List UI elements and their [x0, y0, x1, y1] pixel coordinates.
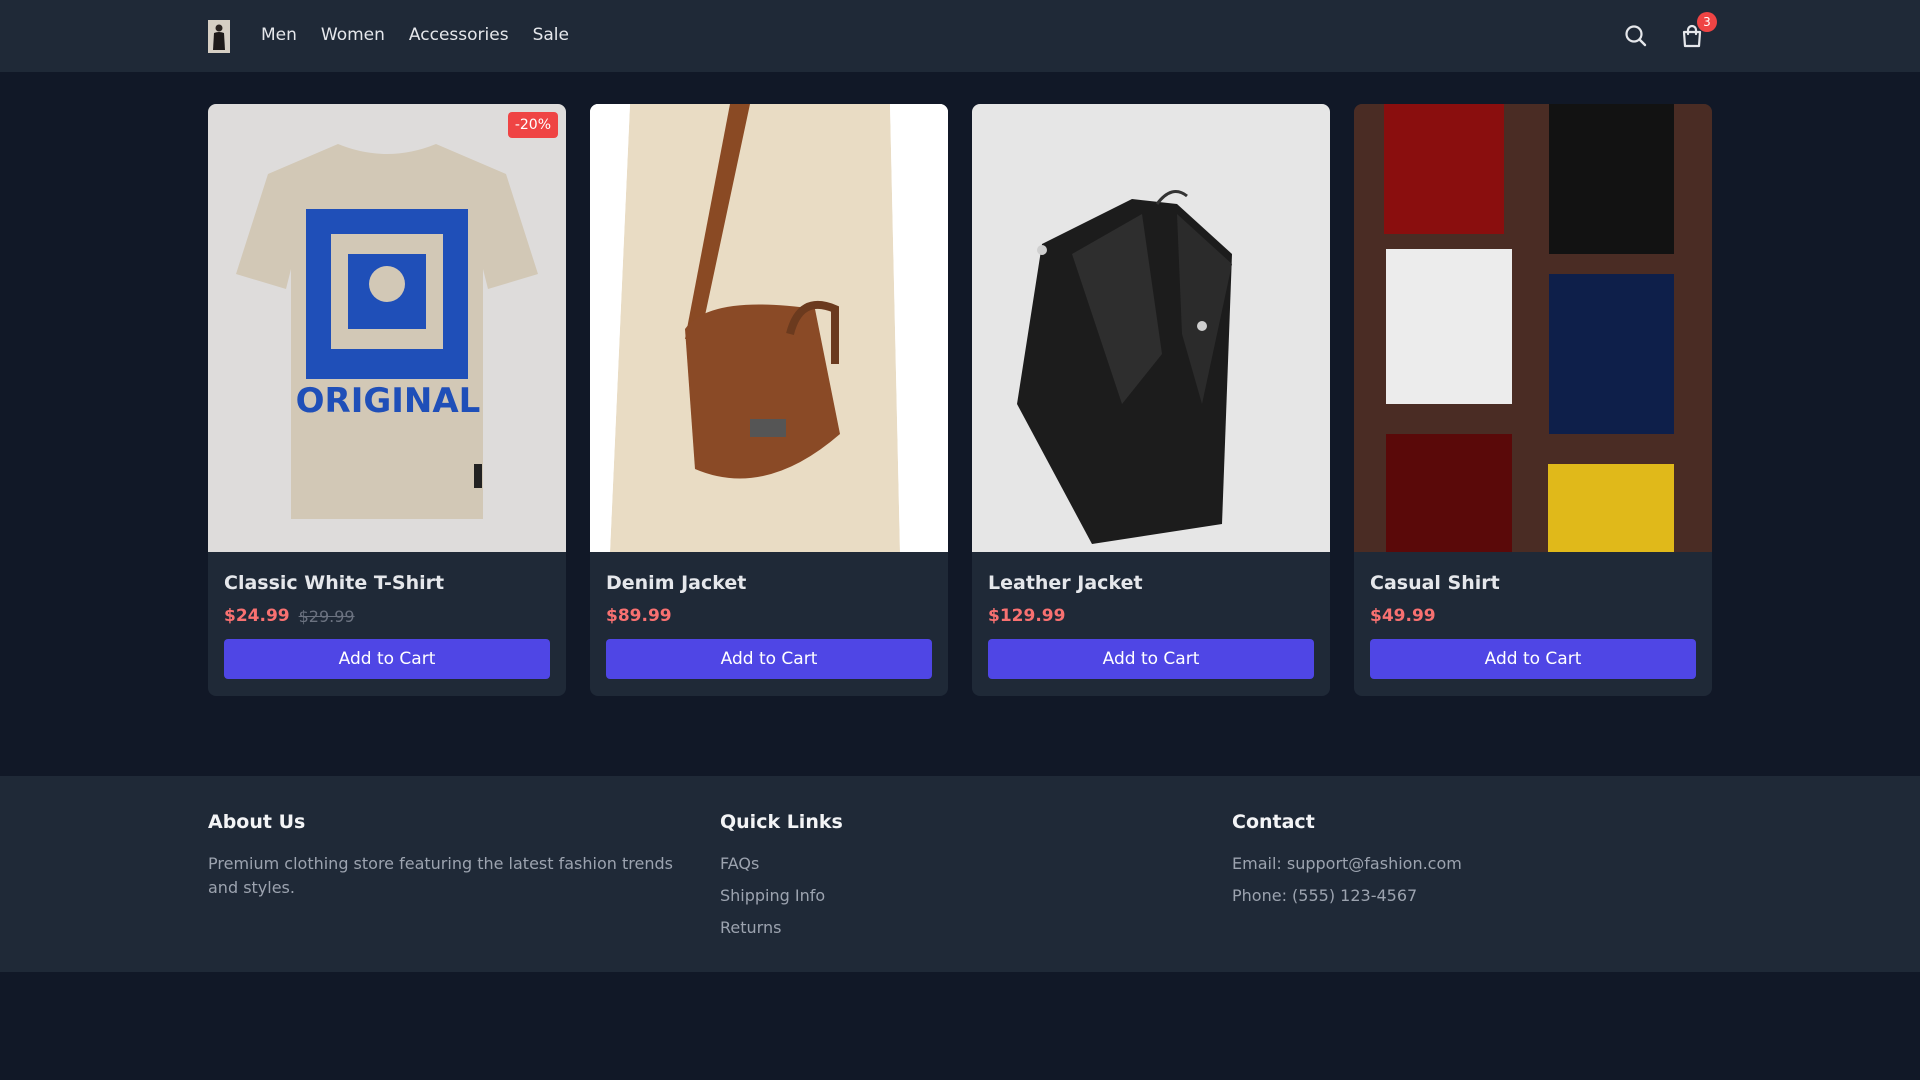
add-to-cart-button[interactable]: Add to Cart	[1370, 639, 1696, 679]
nav-link-accessories[interactable]: Accessories	[409, 24, 509, 46]
footer-contact-phone: Phone: (555) 123-4567	[1232, 886, 1418, 905]
add-to-cart-button[interactable]: Add to Cart	[988, 639, 1314, 679]
footer-about-text: Premium clothing store featuring the lat…	[208, 854, 673, 897]
product-original-price: $29.99	[298, 606, 355, 626]
footer-link-returns[interactable]: Returns	[720, 916, 843, 940]
product-image-tshirt[interactable]: ORIGINAL -20%	[208, 104, 566, 552]
logo-image[interactable]	[208, 20, 230, 53]
product-image-bag[interactable]	[590, 104, 948, 552]
product-card: Leather Jacket $129.99 Add to Cart	[972, 104, 1330, 696]
search-button[interactable]	[1622, 22, 1650, 50]
footer-link-shipping[interactable]: Shipping Info	[720, 884, 843, 908]
footer-quick-links: Quick Links FAQs Shipping Info Returns	[720, 810, 843, 940]
product-title[interactable]: Casual Shirt	[1370, 571, 1696, 595]
cart-count-badge: 3	[1697, 12, 1717, 32]
svg-text:ORIGINAL: ORIGINAL	[296, 381, 481, 421]
product-image-shirts[interactable]	[1354, 104, 1712, 552]
product-grid: ORIGINAL -20% Classic White T-Shirt $24.…	[208, 104, 1712, 696]
footer-links-title: Quick Links	[720, 811, 843, 833]
product-title[interactable]: Leather Jacket	[988, 571, 1314, 595]
site-footer: About Us Premium clothing store featurin…	[0, 776, 1920, 972]
nav-link-men[interactable]: Men	[261, 24, 297, 46]
footer-link-faqs[interactable]: FAQs	[720, 852, 843, 876]
nav-link-women[interactable]: Women	[321, 24, 385, 46]
product-card: Denim Jacket $89.99 Add to Cart	[590, 104, 948, 696]
product-title[interactable]: Denim Jacket	[606, 571, 932, 595]
product-price: $49.99	[1370, 606, 1436, 626]
footer-about: About Us Premium clothing store featurin…	[208, 810, 698, 900]
footer-contact-title: Contact	[1232, 811, 1315, 833]
product-title[interactable]: Classic White T-Shirt	[224, 571, 550, 595]
search-icon	[1625, 25, 1647, 47]
product-price: $89.99	[606, 606, 672, 626]
product-card: ORIGINAL -20% Classic White T-Shirt $24.…	[208, 104, 566, 696]
main-nav: Men Women Accessories Sale	[261, 24, 593, 46]
product-card: Casual Shirt $49.99 Add to Cart	[1354, 104, 1712, 696]
add-to-cart-button[interactable]: Add to Cart	[606, 639, 932, 679]
product-price: $129.99	[988, 606, 1066, 626]
add-to-cart-button[interactable]: Add to Cart	[224, 639, 550, 679]
footer-contact-email: Email: support@fashion.com	[1232, 854, 1462, 873]
nav-link-sale[interactable]: Sale	[533, 24, 569, 46]
footer-about-title: About Us	[208, 811, 306, 833]
product-price: $24.99	[224, 606, 290, 626]
footer-contact: Contact Email: support@fashion.com Phone…	[1232, 810, 1462, 908]
discount-badge: -20%	[507, 112, 558, 138]
site-header: Men Women Accessories Sale 3	[0, 0, 1920, 72]
product-image-leather-jacket[interactable]	[972, 104, 1330, 552]
